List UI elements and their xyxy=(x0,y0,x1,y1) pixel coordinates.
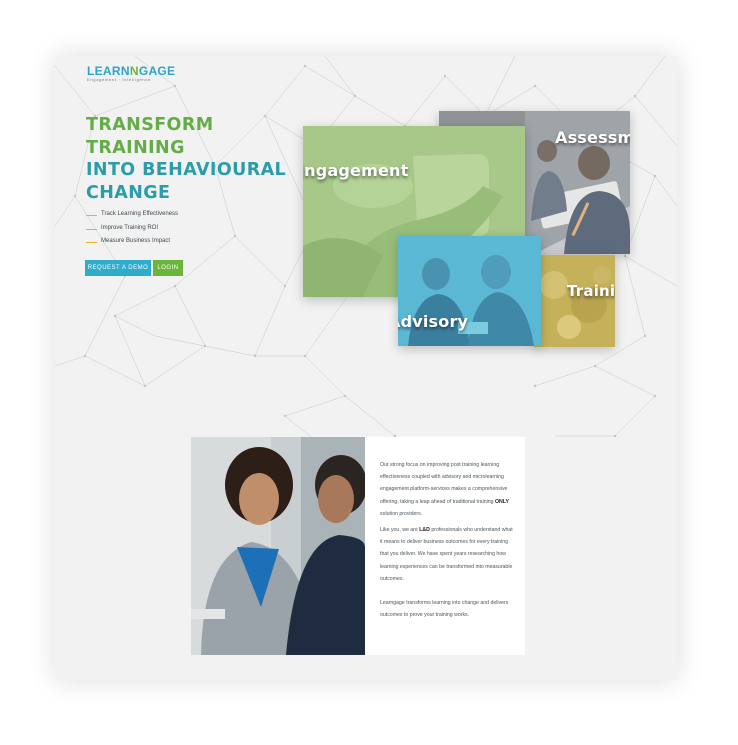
learngage-logo[interactable]: LEARNNGAGE Engagement · Intelligence xyxy=(87,64,175,82)
login-button[interactable]: LOGIN xyxy=(153,260,183,276)
landing-page: LEARNNGAGE Engagement · Intelligence TRA… xyxy=(55,56,677,680)
about-paragraph-2: Like you, we are L&D professionals who u… xyxy=(380,527,513,582)
dash-icon xyxy=(86,242,97,243)
hero-title-line: TRANSFORM xyxy=(86,115,214,135)
advisory-tile[interactable]: Advisory xyxy=(398,236,541,346)
hero-title-line: INTO BEHAVIOURAL xyxy=(86,160,287,180)
assessment-label: Assessment xyxy=(555,128,630,147)
feature-list: Track Learning Effectiveness Improve Tra… xyxy=(86,208,178,249)
training-label: Training xyxy=(567,282,615,300)
hero-title-line: TRAINING xyxy=(86,137,185,158)
training-tile[interactable]: Training xyxy=(534,255,615,347)
dash-icon xyxy=(86,215,97,216)
feature-item: Track Learning Effectiveness xyxy=(86,208,178,222)
request-demo-button[interactable]: REQUEST A DEMO xyxy=(85,260,151,276)
meeting-photo xyxy=(191,437,365,655)
about-panel: Our strong focus on improving post train… xyxy=(365,437,525,655)
feature-item: Measure Business Impact xyxy=(86,235,178,249)
training-photo xyxy=(534,255,615,347)
advisory-label: Advisory xyxy=(398,312,469,331)
hero-title-line: CHANGE xyxy=(86,182,171,203)
feature-item: Improve Training ROI xyxy=(86,222,178,236)
hero-title: TRANSFORM TRAINING INTO BEHAVIOURAL CHAN… xyxy=(86,114,286,204)
about-paragraph-3: Learngage transforms learning into chang… xyxy=(380,600,509,619)
dash-icon xyxy=(86,228,97,230)
about-paragraph-1: Our strong focus on improving post train… xyxy=(380,462,509,517)
logo-wordmark: LEARNNGAGE xyxy=(87,64,176,78)
engagement-label: Engagement xyxy=(303,161,409,180)
